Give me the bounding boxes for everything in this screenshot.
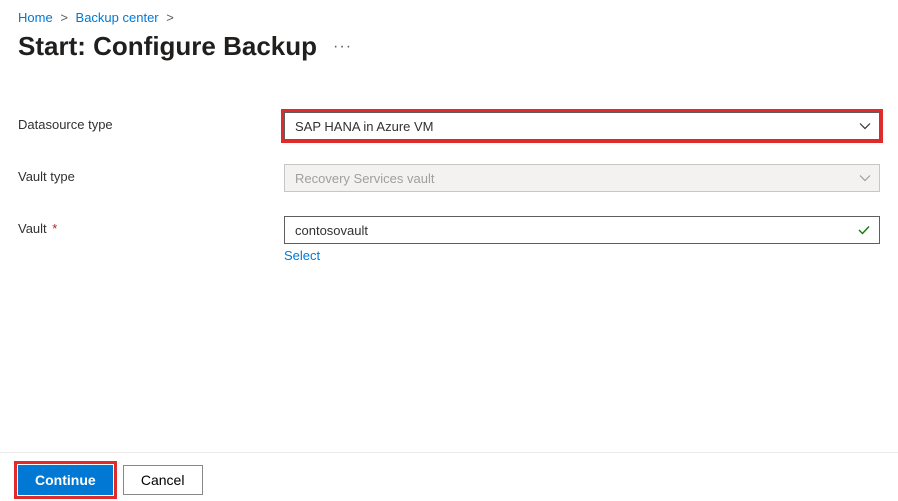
more-actions-button[interactable]: ··· (333, 38, 352, 56)
dropdown-vault-type: Recovery Services vault (284, 164, 880, 192)
page-title: Start: Configure Backup (18, 31, 317, 62)
chevron-down-icon (859, 120, 871, 132)
field-datasource-type: SAP HANA in Azure VM (284, 112, 880, 140)
row-datasource-type: Datasource type SAP HANA in Azure VM (18, 112, 880, 140)
input-vault[interactable]: contosovault (284, 216, 880, 244)
row-vault: Vault * contosovault Select (18, 216, 880, 263)
chevron-down-icon (859, 172, 871, 184)
required-star-icon: * (52, 221, 57, 236)
breadcrumb-sep-2: > (166, 10, 174, 25)
label-datasource-type: Datasource type (18, 112, 284, 132)
label-vault-text: Vault (18, 221, 47, 236)
dropdown-datasource-type-value: SAP HANA in Azure VM (295, 119, 434, 134)
dropdown-vault-type-value: Recovery Services vault (295, 171, 434, 186)
continue-button[interactable]: Continue (18, 465, 113, 495)
field-vault-type: Recovery Services vault (284, 164, 880, 192)
checkmark-icon (857, 223, 871, 237)
breadcrumb-backup-center[interactable]: Backup center (76, 10, 159, 25)
label-vault: Vault * (18, 216, 284, 236)
cancel-button[interactable]: Cancel (123, 465, 203, 495)
row-vault-type: Vault type Recovery Services vault (18, 164, 880, 192)
label-vault-type: Vault type (18, 164, 284, 184)
breadcrumb-sep-1: > (60, 10, 68, 25)
breadcrumb: Home > Backup center > (18, 10, 880, 25)
input-vault-value: contosovault (295, 223, 368, 238)
dropdown-datasource-type[interactable]: SAP HANA in Azure VM (284, 112, 880, 140)
footer-bar: Continue Cancel (0, 452, 898, 501)
select-vault-link[interactable]: Select (284, 248, 320, 263)
page-title-row: Start: Configure Backup ··· (18, 31, 880, 62)
field-vault: contosovault Select (284, 216, 880, 263)
breadcrumb-home[interactable]: Home (18, 10, 53, 25)
